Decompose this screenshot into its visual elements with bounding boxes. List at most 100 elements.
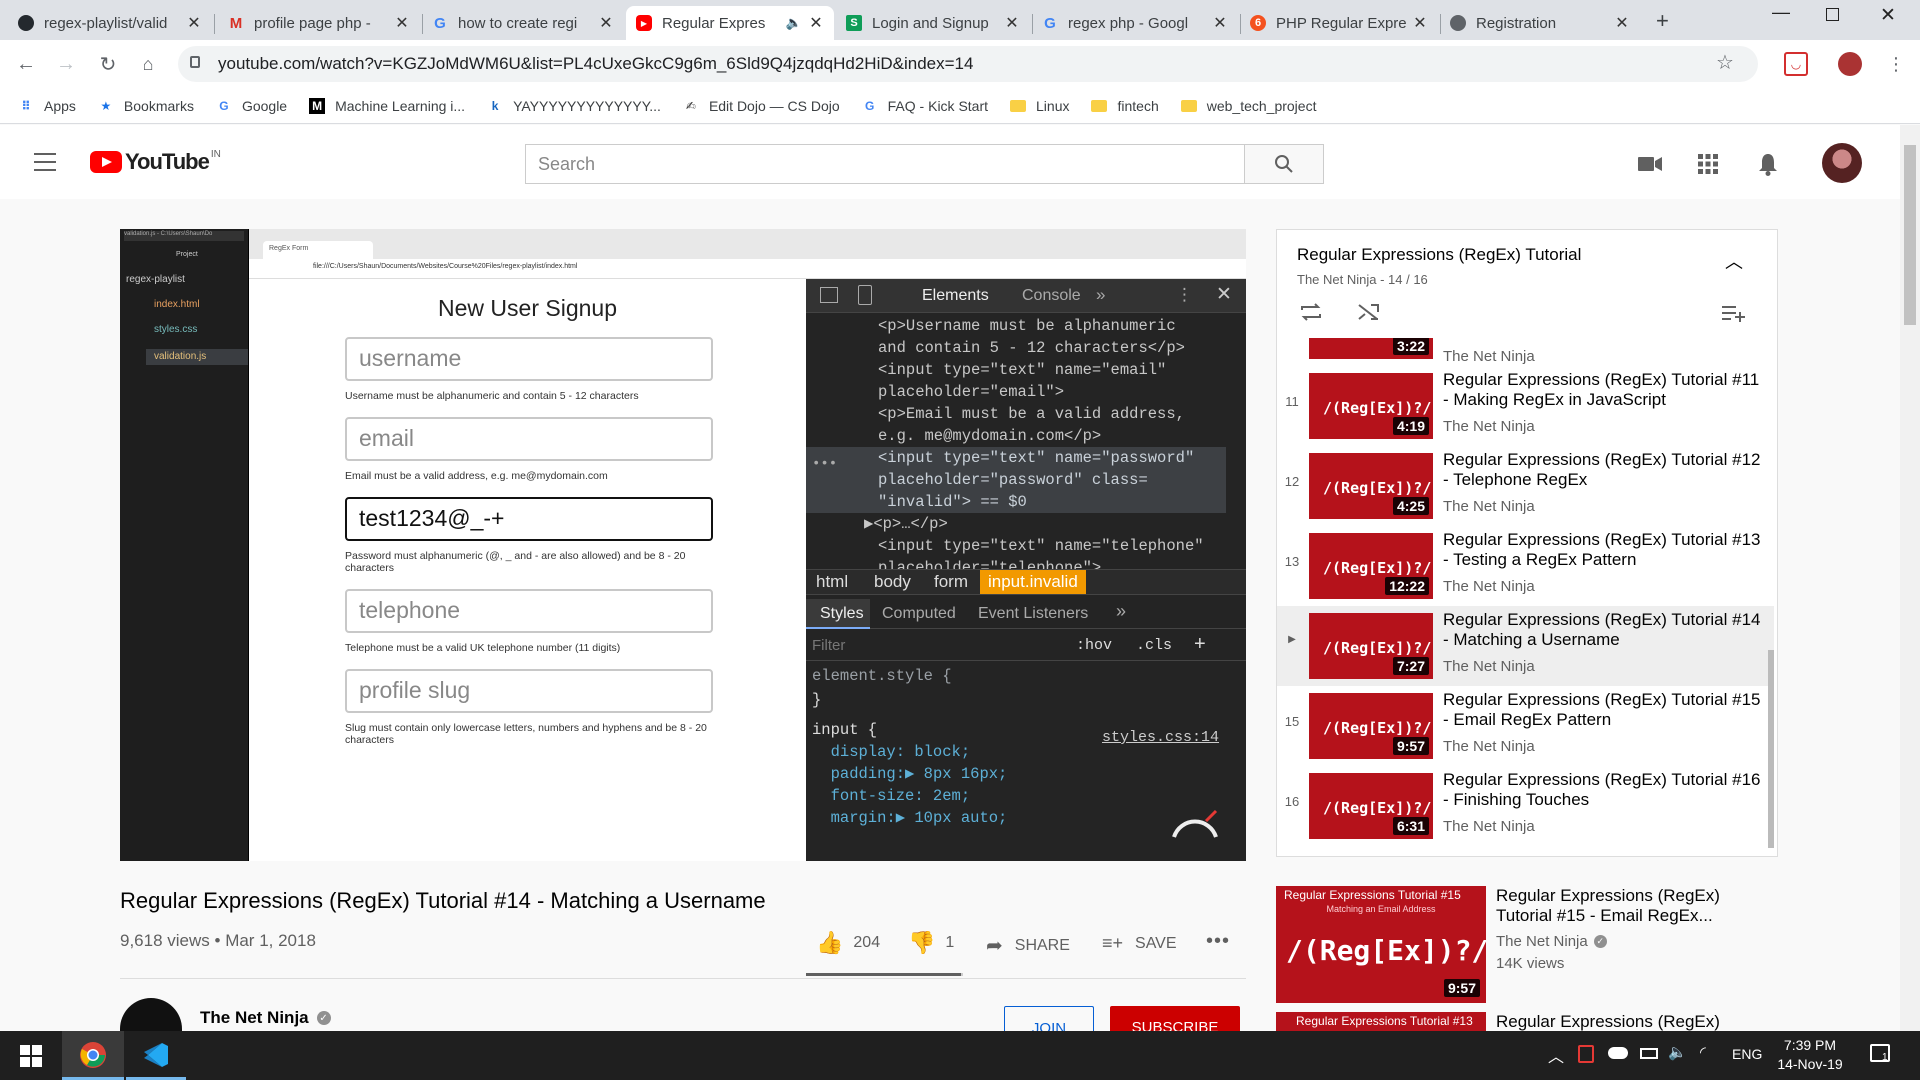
devtools-close-icon[interactable]: ✕ xyxy=(1216,283,1232,306)
dom-node-line[interactable]: <input type="text" name="email" xyxy=(806,359,1226,381)
subscribe-button[interactable]: SUBSCRIBE xyxy=(1110,1006,1240,1031)
dom-node-line[interactable]: placeholder="email"> xyxy=(806,381,1226,403)
close-tab-icon[interactable]: ✕ xyxy=(394,13,410,33)
playlist-title[interactable]: Regular Expressions (RegEx) Tutorial xyxy=(1297,245,1581,265)
bookmark-item[interactable]: Linux xyxy=(1010,98,1069,114)
dom-node-line[interactable]: <p>Username must be alphanumeric xyxy=(806,315,1226,337)
close-window-icon[interactable]: ✕ xyxy=(1880,4,1896,27)
playlist-thumbnail[interactable]: /(Reg[Ex])?/12:22 xyxy=(1309,533,1433,599)
playlist-item[interactable]: 15/(Reg[Ex])?/9:57 Regular Expressions (R… xyxy=(1277,686,1774,766)
channel-name[interactable]: The Net Ninja ✓ xyxy=(200,1008,331,1028)
bookmark-item[interactable]: G Google xyxy=(216,98,287,114)
video-player[interactable]: validation.js - C:\Users\Shaun\Do Projec… xyxy=(120,229,1246,861)
collapse-chevron-icon[interactable]: ︿ xyxy=(1725,248,1743,274)
channel-avatar[interactable] xyxy=(120,998,182,1031)
playlist-item-title[interactable]: Regular Expressions (RegEx) Tutorial #14… xyxy=(1443,610,1763,650)
playlist-add-icon[interactable] xyxy=(1721,304,1747,322)
close-tab-icon[interactable]: ✕ xyxy=(1212,13,1228,33)
maximize-window-icon[interactable] xyxy=(1826,8,1839,21)
close-tab-icon[interactable]: ✕ xyxy=(808,13,824,33)
playlist-item-title[interactable]: Regular Expressions (RegEx) Tutorial #16… xyxy=(1443,770,1763,810)
playlist-thumbnail[interactable]: /(Reg[Ex])?/4:19 xyxy=(1309,373,1433,439)
tray-chevron-icon[interactable]: ︿ xyxy=(1548,1043,1564,1067)
bookmark-item[interactable]: M Machine Learning i... xyxy=(309,97,465,114)
editor-file[interactable]: index.html xyxy=(154,299,200,310)
more-actions-icon[interactable]: ••• xyxy=(1206,930,1230,953)
create-video-icon[interactable] xyxy=(1638,155,1662,176)
page-scrollbar-thumb[interactable] xyxy=(1904,145,1916,325)
tray-onedrive-icon[interactable] xyxy=(1608,1047,1628,1059)
playlist-item[interactable]: 11/(Reg[Ex])?/4:19 Regular Expressions (R… xyxy=(1277,366,1774,446)
apps-grid-icon[interactable] xyxy=(1698,154,1718,177)
bookmark-item[interactable]: web_tech_project xyxy=(1180,98,1316,114)
close-tab-icon[interactable]: ✕ xyxy=(1614,13,1630,33)
browser-tab[interactable]: S Login and Signup ✕ xyxy=(836,6,1030,40)
playlist-item-title[interactable]: Regular Expressions (RegEx) Tutorial #13… xyxy=(1443,530,1763,570)
minimize-window-icon[interactable]: — xyxy=(1772,2,1790,23)
recommended-title[interactable]: Regular Expressions (RegEx) xyxy=(1496,1012,1736,1031)
like-button[interactable]: 👍 204 xyxy=(816,930,880,956)
styles-tab[interactable]: Styles xyxy=(820,605,864,623)
recommended-title[interactable]: Regular Expressions (RegEx) Tutorial #15… xyxy=(1496,886,1736,926)
device-toggle-icon[interactable] xyxy=(858,285,872,305)
profile-avatar[interactable] xyxy=(1838,52,1862,76)
bookmark-item[interactable]: ✍ Edit Dojo — CS Dojo xyxy=(683,98,840,114)
playlist-item-title[interactable]: Regular Expressions (RegEx) Tutorial #12… xyxy=(1443,450,1763,490)
bookmark-item[interactable]: k YAYYYYYYYYYYYYY... xyxy=(487,98,661,114)
playlist-item[interactable]: /(Reg[Ex])?/3:22 The Net Ninja xyxy=(1277,338,1774,366)
playlist-item[interactable]: 12/(Reg[Ex])?/4:25 Regular Expressions (R… xyxy=(1277,446,1774,526)
share-button[interactable]: ➦ SHARE xyxy=(986,933,1070,958)
browser-tab[interactable]: ▶ Regular Expres 🔈 ✕ xyxy=(626,6,834,40)
dom-node-line[interactable]: <p>Email must be a valid address, xyxy=(806,403,1226,425)
dom-node-line[interactable]: and contain 5 - 12 characters</p> xyxy=(806,337,1226,359)
dom-node-line[interactable]: "invalid"> == $0 xyxy=(806,491,1226,513)
node-ellipsis-icon[interactable]: ••• xyxy=(812,453,837,475)
home-icon[interactable]: ⌂ xyxy=(136,52,160,76)
playlist-thumbnail[interactable]: /(Reg[Ex])?/7:27 xyxy=(1309,613,1433,679)
playlist-item-title[interactable]: Regular Expressions (RegEx) Tutorial #15… xyxy=(1443,690,1763,730)
new-tab-icon[interactable]: + xyxy=(1656,8,1669,34)
dom-node-line[interactable]: placeholder="password" class= xyxy=(806,469,1226,491)
more-tabs-icon[interactable]: » xyxy=(1096,285,1105,305)
search-input[interactable]: Search xyxy=(525,144,1245,184)
search-button[interactable] xyxy=(1244,144,1324,184)
dom-node-line[interactable]: e.g. me@mydomain.com</p> xyxy=(806,425,1226,447)
bookmark-item[interactable]: G FAQ - Kick Start xyxy=(862,98,988,114)
playlist-item[interactable]: 13/(Reg[Ex])?/12:22 Regular Expressions (… xyxy=(1277,526,1774,606)
clock[interactable]: 7:39 PM 14-Nov-19 xyxy=(1770,1036,1850,1074)
account-avatar[interactable] xyxy=(1822,143,1862,183)
tray-volume-icon[interactable]: 🔈 xyxy=(1668,1043,1687,1061)
playlist-thumbnail[interactable]: /(Reg[Ex])?/9:57 xyxy=(1309,693,1433,759)
hamburger-menu-icon[interactable] xyxy=(34,153,56,171)
computed-tab[interactable]: Computed xyxy=(882,605,956,623)
devtools-tab-elements[interactable]: Elements xyxy=(922,287,989,305)
browser-tab[interactable]: Registration ✕ xyxy=(1440,6,1640,40)
breadcrumb-item[interactable]: body xyxy=(874,572,911,592)
recommended-channel[interactable]: The Net Ninja ✓ xyxy=(1496,933,1607,950)
playlist-thumbnail[interactable]: /(Reg[Ex])?/4:25 xyxy=(1309,453,1433,519)
styles-source-link[interactable]: styles.css:14 xyxy=(1102,729,1219,746)
dom-node-line[interactable]: ▶<p>…</p> xyxy=(806,513,1226,535)
menu-kebab-icon[interactable]: ⋮ xyxy=(1886,52,1906,76)
bookmark-item[interactable]: ★ Bookmarks xyxy=(98,98,194,114)
tray-wifi-icon[interactable]: ◜ xyxy=(1700,1043,1706,1061)
add-style-rule-icon[interactable]: + xyxy=(1194,633,1206,656)
audio-playing-icon[interactable]: 🔈 xyxy=(786,15,802,31)
input-language[interactable]: ENG xyxy=(1732,1046,1762,1062)
star-bookmark-icon[interactable]: ☆ xyxy=(1716,50,1734,75)
bookmark-item[interactable]: fintech xyxy=(1091,98,1159,114)
shuffle-icon[interactable] xyxy=(1357,302,1381,322)
tray-battery-icon[interactable] xyxy=(1640,1048,1658,1059)
playlist-item[interactable]: ▶/(Reg[Ex])?/7:27 Regular Expressions (Re… xyxy=(1277,606,1774,686)
action-center-icon[interactable]: 1 xyxy=(1870,1044,1890,1063)
join-button[interactable]: JOIN xyxy=(1004,1006,1094,1031)
save-button[interactable]: ≡+ SAVE xyxy=(1102,933,1177,954)
forward-icon[interactable]: → xyxy=(54,52,78,76)
inspect-icon[interactable] xyxy=(820,287,838,303)
youtube-logo[interactable]: YouTube IN xyxy=(90,149,221,175)
loop-icon[interactable] xyxy=(1299,302,1323,322)
playlist-thumbnail[interactable]: /(Reg[Ex])?/3:22 xyxy=(1309,338,1433,359)
breadcrumb-item[interactable]: html xyxy=(816,572,848,592)
recommended-thumbnail[interactable]: Regular Expressions Tutorial #15 Matchin… xyxy=(1276,886,1486,1003)
close-tab-icon[interactable]: ✕ xyxy=(1004,13,1020,33)
